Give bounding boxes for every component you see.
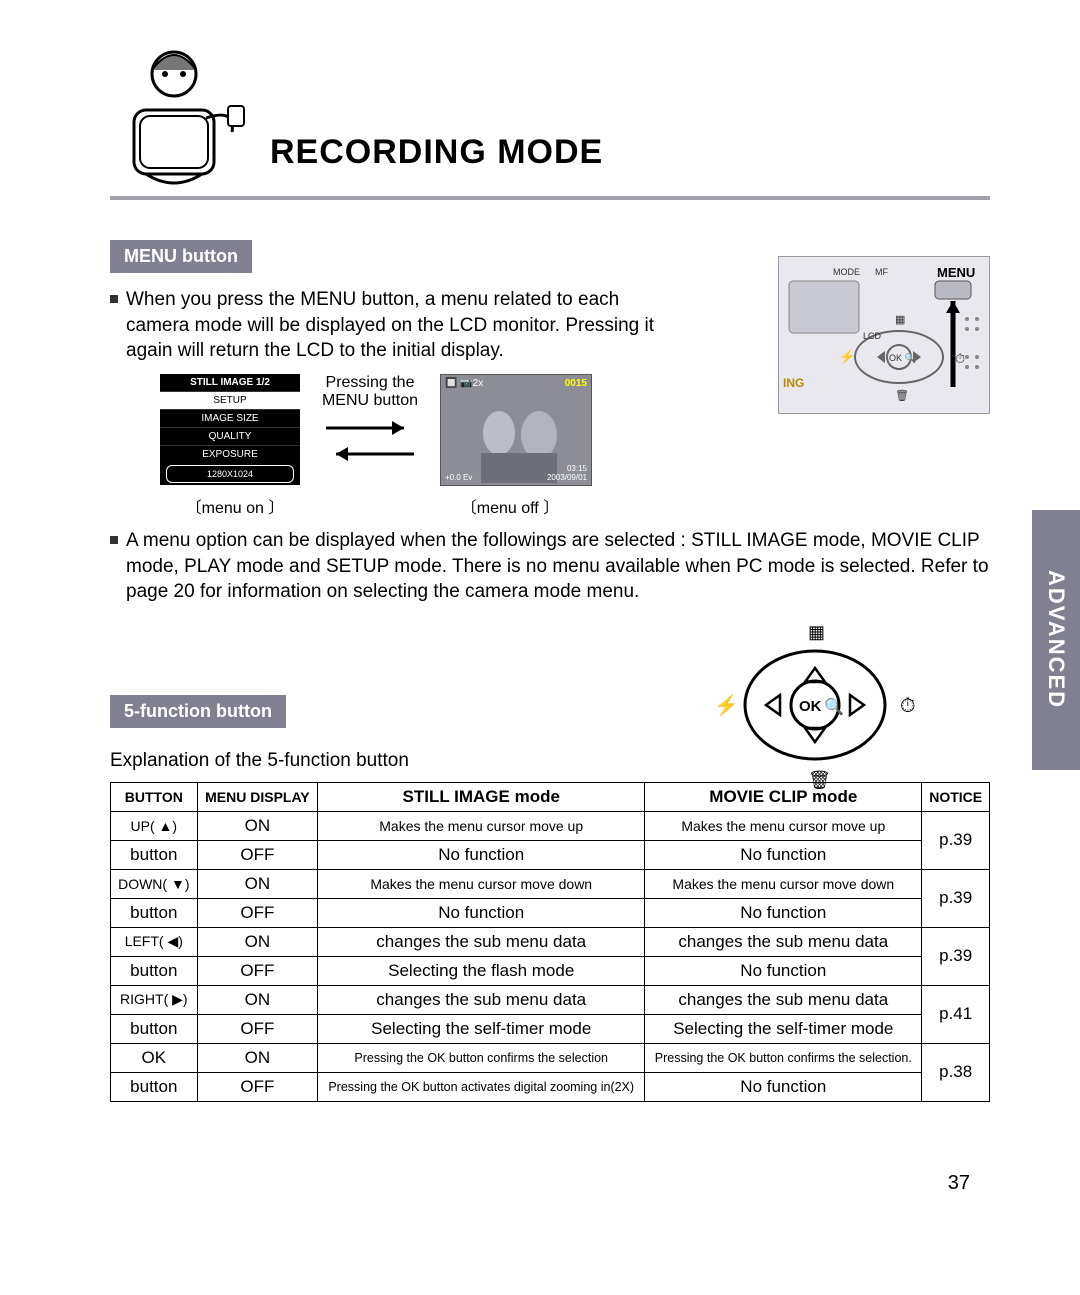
table-row: DOWN( ▼) ON Makes the menu cursor move d… [111,869,990,898]
svg-text:⏱: ⏱ [955,351,965,366]
five-function-table: BUTTON MENU DISPLAY STILL IMAGE mode MOV… [110,782,990,1102]
table-row: button OFF No function No function [111,840,990,869]
label-lcd: LCD [863,331,882,341]
label-ok-cam: OK 🔍 [889,352,916,363]
label-mode: MODE [833,267,860,277]
label-menu: MENU [937,265,975,280]
bullet-menu-1: When you press the MENU button, a menu r… [110,287,670,364]
section-badge-func: 5-function button [110,695,286,728]
header-row: RECORDING MODE [110,30,990,190]
caption-menu-off: 〔menu off 〕 [430,494,590,518]
lcd-photo-topright: 0015 [565,378,587,389]
table-row: button OFF Selecting the flash mode No f… [111,956,990,985]
lcd-menu-row: IMAGE SIZE [160,409,300,427]
press-label-1: Pressing the [310,374,430,392]
mascot-illustration [110,30,260,190]
lcd-photo-bottomleft: +0.0 Ev [445,473,472,482]
side-tab-advanced: ADVANCED [1032,510,1080,770]
th-menu-display: MENU DISPLAY [197,782,318,811]
svg-text:▦: ▦ [808,622,825,642]
section-badge-menu: MENU button [110,240,252,273]
th-button: BUTTON [111,782,198,811]
svg-text:⚡: ⚡ [714,693,739,717]
page-number: 37 [948,1172,970,1195]
lcd-menu-on: STILL IMAGE 1/2 SETUP IMAGE SIZE QUALITY… [160,374,300,485]
page-title: RECORDING MODE [270,133,603,172]
bullet-icon [110,295,118,303]
label-ing: ING [783,376,804,390]
lcd-menu-header: STILL IMAGE 1/2 [160,374,300,391]
table-row: RIGHT( ▶) ON changes the sub menu data c… [111,985,990,1014]
table-row: button OFF No function No function [111,898,990,927]
five-function-diagram: OK 🔍 ▦ 🗑 ⚡ ⏱ [700,620,930,795]
press-label-2: MENU button [310,392,430,410]
table-row: button OFF Selecting the self-timer mode… [111,1014,990,1043]
arrows-icon [320,414,420,470]
table-row: UP( ▲) ON Makes the menu cursor move up … [111,811,990,840]
header-rule [110,196,990,200]
bullet-menu-2: A menu option can be displayed when the … [110,528,990,605]
label-ok: OK [799,698,822,715]
lcd-menu-row: SETUP [160,391,300,409]
bullet-text: A menu option can be displayed when the … [126,528,990,605]
lcd-caption-row: 〔menu on 〕 〔menu off 〕 [160,494,990,518]
lcd-menu-off: 🔲 📷2x 0015 +0.0 Ev 03:15 2003/09/01 [440,374,592,486]
table-row: OK ON Pressing the OK button confirms th… [111,1043,990,1072]
page: RECORDING MODE MENU button When you pres… [0,0,1080,1295]
camera-top-illustration: MODE MF MENU LCD OK 🔍 ⚡ ⏱ ▦ 🗑 ING [778,256,990,414]
svg-text:▦: ▦ [895,314,905,326]
svg-text:🗑: 🗑 [895,389,909,402]
table-row: button OFF Pressing the OK button activa… [111,1072,990,1101]
lcd-menu-footer: 1280X1024 [166,465,294,483]
svg-text:🔍: 🔍 [824,696,844,716]
th-notice: NOTICE [922,782,990,811]
caption-menu-on: 〔menu on 〕 [160,494,310,518]
lcd-photo-bottomright: 03:15 2003/09/01 [547,464,587,482]
svg-text:⚡: ⚡ [839,349,855,365]
table-row: LEFT( ◀) ON changes the sub menu data ch… [111,927,990,956]
bullet-text: When you press the MENU button, a menu r… [126,287,670,364]
th-still: STILL IMAGE mode [318,782,645,811]
bullet-icon [110,536,118,544]
lcd-photo-topleft: 🔲 📷2x [445,378,483,389]
lcd-menu-row: EXPOSURE [160,445,300,463]
press-label-col: Pressing the MENU button [310,374,430,475]
svg-text:⏱: ⏱ [900,695,916,717]
svg-text:🗑: 🗑 [808,770,831,790]
lcd-menu-row: QUALITY [160,427,300,445]
label-mf: MF [875,267,888,277]
